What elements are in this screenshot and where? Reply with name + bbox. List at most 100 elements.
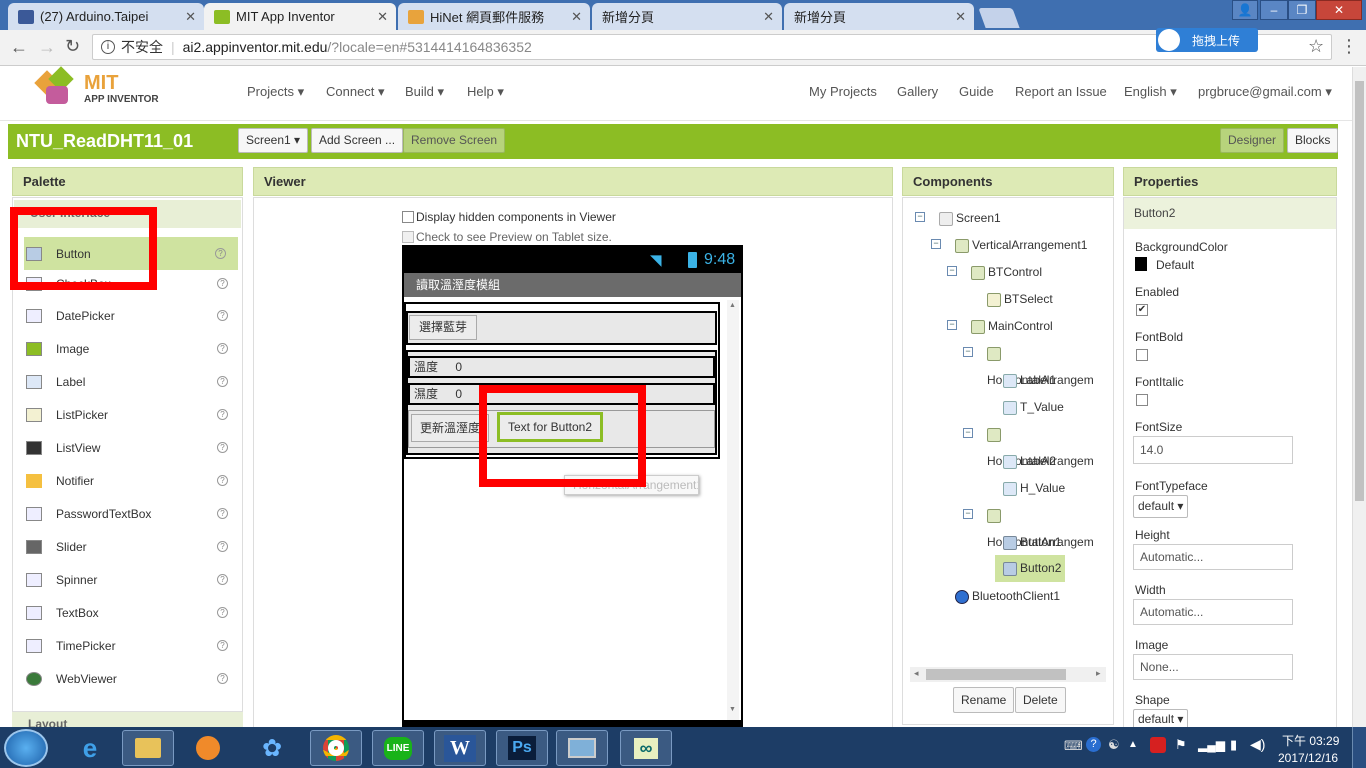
tree-item-button2[interactable]: Button2: [995, 555, 1065, 582]
tab-new-2[interactable]: 新增分頁 ✕: [784, 3, 974, 30]
palette-item-textbox[interactable]: TextBox?: [14, 596, 242, 629]
fontsize-input[interactable]: 14.0: [1133, 436, 1293, 464]
help-icon[interactable]: ?: [217, 278, 228, 289]
tree-item-label1[interactable]: Label1: [1003, 367, 1056, 394]
close-icon[interactable]: ✕: [571, 9, 582, 25]
tree-item-maincontrol[interactable]: MainControl: [971, 313, 1053, 340]
help-icon[interactable]: ?: [217, 376, 228, 387]
page-scrollbar[interactable]: [1352, 67, 1366, 727]
user-profile-button[interactable]: 👤: [1232, 0, 1258, 20]
internet-explorer-icon[interactable]: e: [64, 730, 116, 766]
tree-item-btcontrol[interactable]: BTControl: [971, 259, 1042, 286]
display-hidden-checkbox[interactable]: [402, 211, 414, 223]
tab-hinet-mail[interactable]: HiNet 網頁郵件服務 ✕: [398, 3, 590, 30]
media-player-icon[interactable]: [182, 730, 234, 766]
help-icon[interactable]: ?: [217, 541, 228, 552]
color-swatch[interactable]: [1135, 257, 1147, 271]
tablet-preview-checkbox[interactable]: [402, 231, 414, 243]
menu-connect[interactable]: Connect ▾: [326, 84, 385, 100]
help-tray-icon[interactable]: ?: [1086, 737, 1101, 752]
menu-help[interactable]: Help ▾: [467, 84, 504, 100]
tree-item-h-value[interactable]: H_Value: [1003, 475, 1065, 502]
tree-item-t-value[interactable]: T_Value: [1003, 394, 1064, 421]
palette-category-layout[interactable]: Layout: [12, 712, 243, 727]
palette-item-datepicker[interactable]: DatePicker?: [14, 299, 242, 332]
tree-item-horizontalarrangement3[interactable]: HorizontalArrangem: [987, 502, 1110, 549]
help-icon[interactable]: ?: [217, 442, 228, 453]
close-icon[interactable]: ✕: [377, 9, 388, 25]
display-hidden-checkbox-row[interactable]: Display hidden components in Viewer: [402, 210, 616, 224]
flag-tray-icon[interactable]: ⚑: [1175, 737, 1187, 753]
property-value-backgroundcolor[interactable]: Default: [1156, 258, 1194, 272]
menu-gallery[interactable]: Gallery: [897, 84, 938, 99]
help-icon[interactable]: ?: [217, 640, 228, 651]
tree-item-horizontalarrangement2[interactable]: HorizontalArrangem: [987, 421, 1110, 468]
t-value[interactable]: 0: [455, 360, 462, 374]
fontbold-checkbox[interactable]: [1136, 349, 1148, 361]
shape-dropdown[interactable]: default ▾: [1133, 709, 1189, 729]
help-icon[interactable]: ?: [217, 475, 228, 486]
antivirus-tray-icon[interactable]: [1150, 737, 1166, 753]
menu-my-projects[interactable]: My Projects: [809, 84, 877, 99]
menu-report-issue[interactable]: Report an Issue: [1015, 84, 1107, 99]
line-app-icon[interactable]: LINE: [372, 730, 424, 766]
close-icon[interactable]: ✕: [185, 9, 196, 25]
help-icon[interactable]: ?: [215, 248, 226, 259]
forward-icon[interactable]: →: [38, 37, 56, 58]
palette-item-listview[interactable]: ListView?: [14, 431, 242, 464]
palette-item-notifier[interactable]: Notifier?: [14, 464, 242, 497]
show-desktop-button[interactable]: [1352, 727, 1366, 768]
help-icon[interactable]: ?: [217, 409, 228, 420]
cloud-app-icon[interactable]: ✿: [246, 730, 298, 766]
bookmark-star-icon[interactable]: ☆: [1308, 36, 1324, 57]
windows-start-button[interactable]: [4, 729, 48, 767]
enabled-checkbox[interactable]: ✔: [1136, 304, 1148, 316]
tab-arduino-taipei[interactable]: (27) Arduino.Taipei ✕: [8, 3, 204, 30]
help-icon[interactable]: ?: [217, 310, 228, 321]
help-icon[interactable]: ?: [217, 508, 228, 519]
word-icon[interactable]: W: [434, 730, 486, 766]
button1[interactable]: 更新溫溼度: [411, 414, 490, 442]
tree-item-btselect[interactable]: BTSelect: [987, 286, 1053, 313]
close-icon[interactable]: ✕: [763, 9, 774, 25]
fonttypeface-dropdown[interactable]: default ▾: [1133, 495, 1189, 518]
palette-item-listpicker[interactable]: ListPicker?: [14, 398, 242, 431]
back-icon[interactable]: ←: [10, 37, 28, 58]
close-icon[interactable]: ✕: [955, 9, 966, 25]
tree-item-horizontalarrangement1[interactable]: HorizontalArrangem: [987, 340, 1110, 387]
palette-item-label[interactable]: Label?: [14, 365, 242, 398]
reload-icon[interactable]: ↻: [65, 36, 80, 57]
tree-item-bluetoothclient1[interactable]: BluetoothClient1: [955, 583, 1060, 610]
photoshop-icon[interactable]: Ps: [496, 730, 548, 766]
add-screen-button[interactable]: Add Screen ...: [311, 128, 404, 153]
collapse-toggle-icon[interactable]: −: [963, 347, 973, 357]
clock-time[interactable]: 下午 03:29: [1282, 732, 1339, 749]
btselect-listpicker[interactable]: 選擇藍芽: [409, 315, 478, 340]
clock-date[interactable]: 2017/12/16: [1278, 751, 1338, 765]
photo-viewer-icon[interactable]: [556, 730, 608, 766]
collapse-toggle-icon[interactable]: −: [915, 212, 925, 222]
app-inventor-logo-icon[interactable]: [34, 66, 82, 108]
tab-app-inventor[interactable]: MIT App Inventor ✕: [204, 3, 396, 30]
screen-select-dropdown[interactable]: Screen1 ▾: [238, 128, 309, 153]
help-icon[interactable]: ?: [217, 343, 228, 354]
menu-build[interactable]: Build ▾: [405, 84, 444, 100]
chrome-icon[interactable]: [310, 730, 362, 766]
tree-item-button1[interactable]: Button1: [1003, 529, 1061, 556]
help-icon[interactable]: ?: [217, 607, 228, 618]
image-input[interactable]: None...: [1133, 654, 1293, 680]
help-icon[interactable]: ?: [217, 574, 228, 585]
component-tree-hscrollbar[interactable]: ◂ ▸: [910, 667, 1106, 682]
designer-button[interactable]: Designer: [1220, 128, 1285, 153]
help-icon[interactable]: ?: [217, 673, 228, 684]
chrome-menu-icon[interactable]: ⋮: [1340, 36, 1358, 57]
remove-screen-button[interactable]: Remove Screen: [403, 128, 506, 153]
height-input[interactable]: Automatic...: [1133, 544, 1293, 570]
collapse-toggle-icon[interactable]: −: [947, 320, 957, 330]
menu-account[interactable]: prgbruce@gmail.com ▾: [1198, 84, 1332, 100]
menu-guide[interactable]: Guide: [959, 84, 994, 99]
tree-item-label2[interactable]: Label2: [1003, 448, 1056, 475]
h-value[interactable]: 0: [455, 387, 462, 401]
label2[interactable]: 濕度: [414, 387, 438, 401]
collapse-toggle-icon[interactable]: −: [963, 509, 973, 519]
